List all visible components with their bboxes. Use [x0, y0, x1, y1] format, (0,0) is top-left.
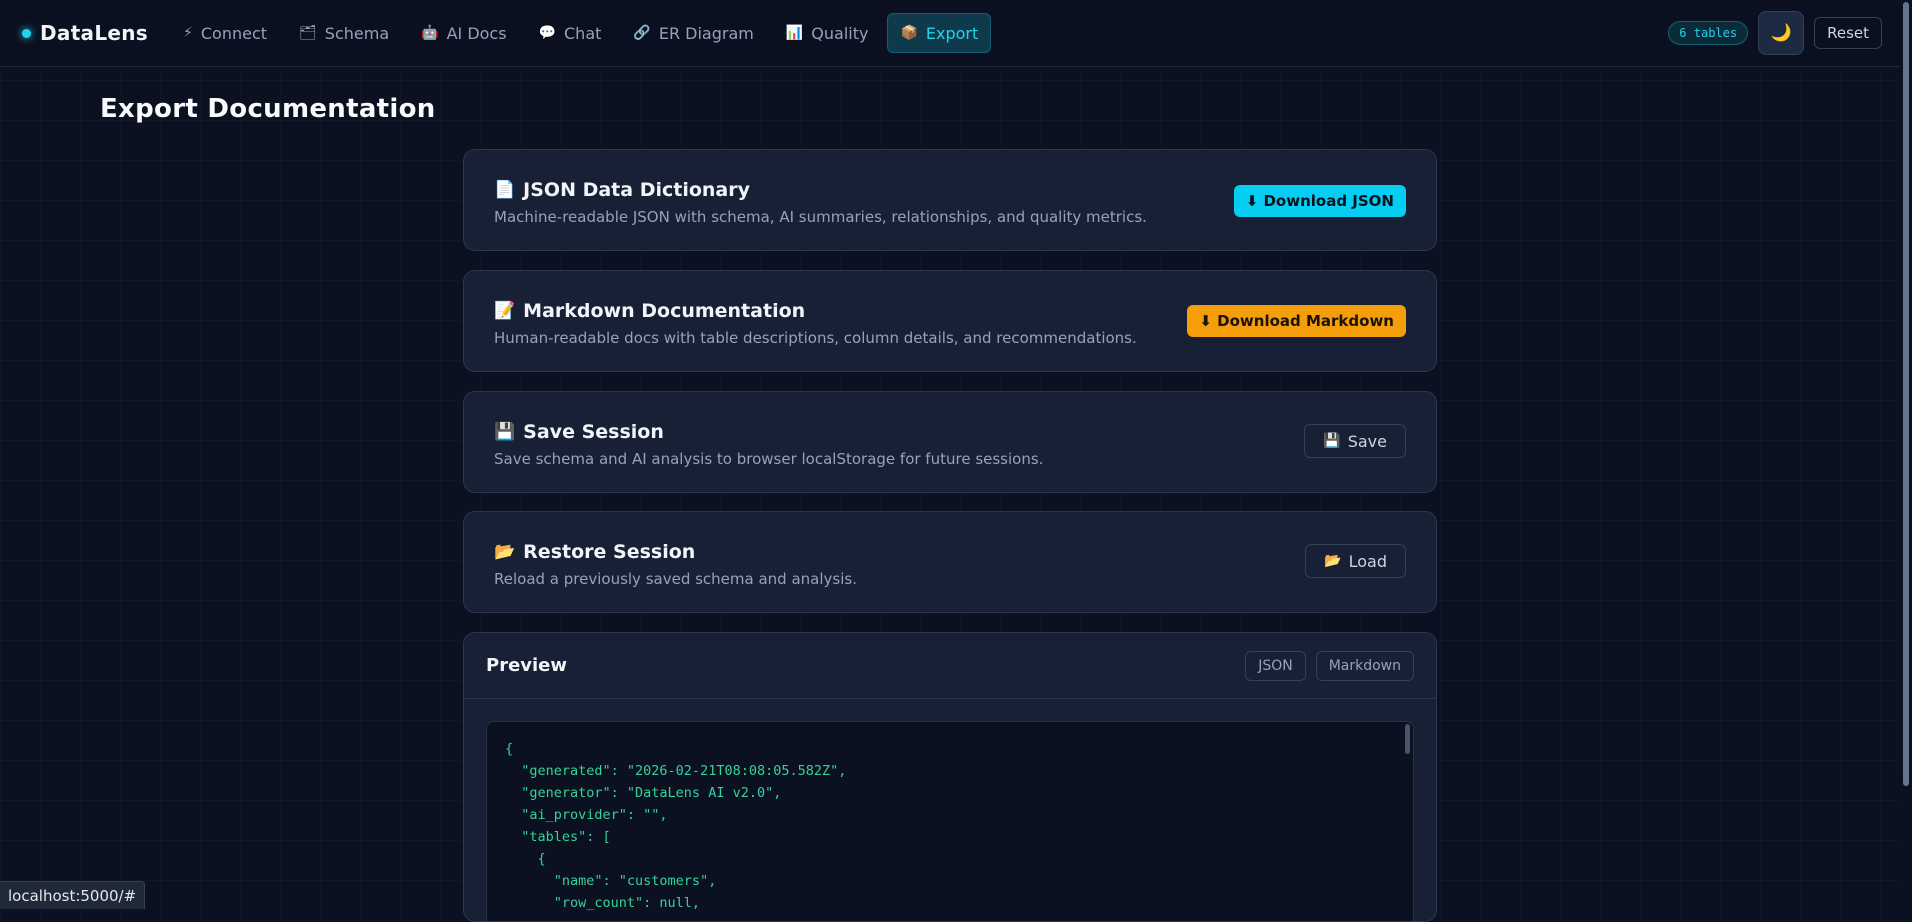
code-line: "tables": [	[505, 829, 611, 845]
tab-export[interactable]: 📦 Export	[887, 13, 992, 53]
reset-button[interactable]: Reset	[1814, 17, 1882, 49]
tab-schema[interactable]: 🗂 Schema	[286, 13, 402, 53]
tab-chat[interactable]: 💬 Chat	[526, 13, 615, 53]
code-line: "ai_provider": "",	[505, 807, 668, 823]
preview-panel: Preview JSON Markdown { "generated": "20…	[463, 632, 1437, 922]
card-title: 📝 Markdown Documentation	[494, 300, 805, 322]
tab-label: Quality	[811, 23, 869, 43]
json-export-card: 📄 JSON Data Dictionary Machine-readable …	[463, 149, 1437, 251]
page-title: Export Documentation	[100, 94, 436, 124]
card-title-text: Restore Session	[523, 541, 696, 563]
save-session-card: 💾 Save Session Save schema and AI analys…	[463, 391, 1437, 493]
code-content: { "generated": "2026-02-21T08:08:05.582Z…	[487, 722, 1413, 921]
status-bar-url: localhost:5000/#	[0, 881, 146, 909]
load-button-label: Load	[1348, 551, 1387, 571]
markdown-export-card: 📝 Markdown Documentation Human-readable …	[463, 270, 1437, 372]
card-title-text: JSON Data Dictionary	[523, 179, 751, 201]
load-button[interactable]: 📂 Load	[1305, 544, 1406, 578]
preview-format-toggles: JSON Markdown	[1245, 650, 1414, 681]
preview-header: Preview JSON Markdown	[464, 633, 1436, 699]
card-title-text: Markdown Documentation	[523, 300, 806, 322]
lightning-icon: ⚡	[183, 25, 193, 41]
open-folder-icon: 📂	[494, 542, 516, 562]
package-icon: 📦	[900, 25, 918, 41]
download-markdown-button[interactable]: ⬇ Download Markdown	[1187, 305, 1406, 337]
moon-icon: 🌙	[1770, 23, 1792, 43]
speech-bubble-icon: 💬	[538, 25, 556, 41]
card-description: Save schema and AI analysis to browser l…	[494, 450, 1044, 468]
card-title: 📂 Restore Session	[494, 541, 695, 563]
code-line: {	[505, 741, 514, 757]
code-line: "name": "customers",	[505, 873, 717, 889]
card-title-text: Save Session	[523, 421, 664, 443]
top-navigation: DataLens ⚡ Connect 🗂 Schema 🤖 AI Docs 💬 …	[0, 0, 1900, 67]
save-button-label: Save	[1347, 431, 1387, 451]
preview-title: Preview	[486, 655, 568, 676]
page-scrollbar[interactable]	[1900, 0, 1912, 909]
restore-session-card: 📂 Restore Session Reload a previously sa…	[463, 511, 1437, 613]
brand[interactable]: DataLens	[22, 21, 148, 45]
document-icon: 📄	[494, 180, 516, 200]
card-description: Machine-readable JSON with schema, AI su…	[494, 208, 1147, 226]
tab-label: Export	[925, 23, 979, 43]
tab-ai-docs[interactable]: 🤖 AI Docs	[408, 13, 519, 53]
preview-code-block[interactable]: { "generated": "2026-02-21T08:08:05.582Z…	[486, 721, 1414, 921]
bar-chart-icon: 📊	[785, 25, 804, 41]
tab-er-diagram[interactable]: 🔗 ER Diagram	[620, 13, 766, 53]
card-description: Reload a previously saved schema and ana…	[494, 570, 857, 588]
preview-markdown-toggle[interactable]: Markdown	[1315, 650, 1414, 681]
card-title: 💾 Save Session	[494, 421, 664, 443]
tab-quality[interactable]: 📊 Quality	[773, 13, 882, 53]
tab-label: AI Docs	[446, 23, 507, 43]
folder-icon: 🗂	[299, 25, 317, 41]
tab-label: Chat	[564, 23, 602, 43]
floppy-disk-icon: 💾	[494, 422, 516, 442]
brand-status-dot	[22, 28, 31, 38]
download-json-button[interactable]: ⬇ Download JSON	[1233, 185, 1406, 217]
code-line: {	[505, 851, 546, 867]
robot-icon: 🤖	[421, 25, 439, 41]
tab-label: Schema	[324, 23, 390, 43]
card-description: Human-readable docs with table descripti…	[494, 329, 1137, 347]
code-line: "generated": "2026-02-21T08:08:05.582Z",	[505, 763, 847, 779]
theme-toggle-button[interactable]: 🌙	[1758, 11, 1805, 55]
brand-name: DataLens	[40, 21, 149, 45]
save-button[interactable]: 💾 Save	[1304, 424, 1406, 458]
open-folder-icon: 📂	[1324, 553, 1342, 569]
link-icon: 🔗	[633, 25, 651, 41]
code-line: "generator": "DataLens AI v2.0",	[505, 785, 782, 801]
floppy-disk-icon: 💾	[1323, 433, 1341, 449]
card-title: 📄 JSON Data Dictionary	[494, 179, 750, 201]
tab-label: ER Diagram	[658, 23, 754, 43]
code-scrollbar[interactable]	[1405, 724, 1410, 754]
preview-json-toggle[interactable]: JSON	[1245, 650, 1306, 681]
nav-tabs: ⚡ Connect 🗂 Schema 🤖 AI Docs 💬 Chat 🔗 ER…	[170, 13, 992, 53]
table-count-badge: 6 tables	[1668, 21, 1749, 45]
tab-label: Connect	[200, 23, 268, 43]
tab-connect[interactable]: ⚡ Connect	[170, 13, 280, 53]
nav-right-controls: 6 tables 🌙 Reset	[1668, 0, 1882, 66]
page-scrollbar-thumb[interactable]	[1903, 2, 1909, 786]
memo-icon: 📝	[494, 301, 516, 321]
